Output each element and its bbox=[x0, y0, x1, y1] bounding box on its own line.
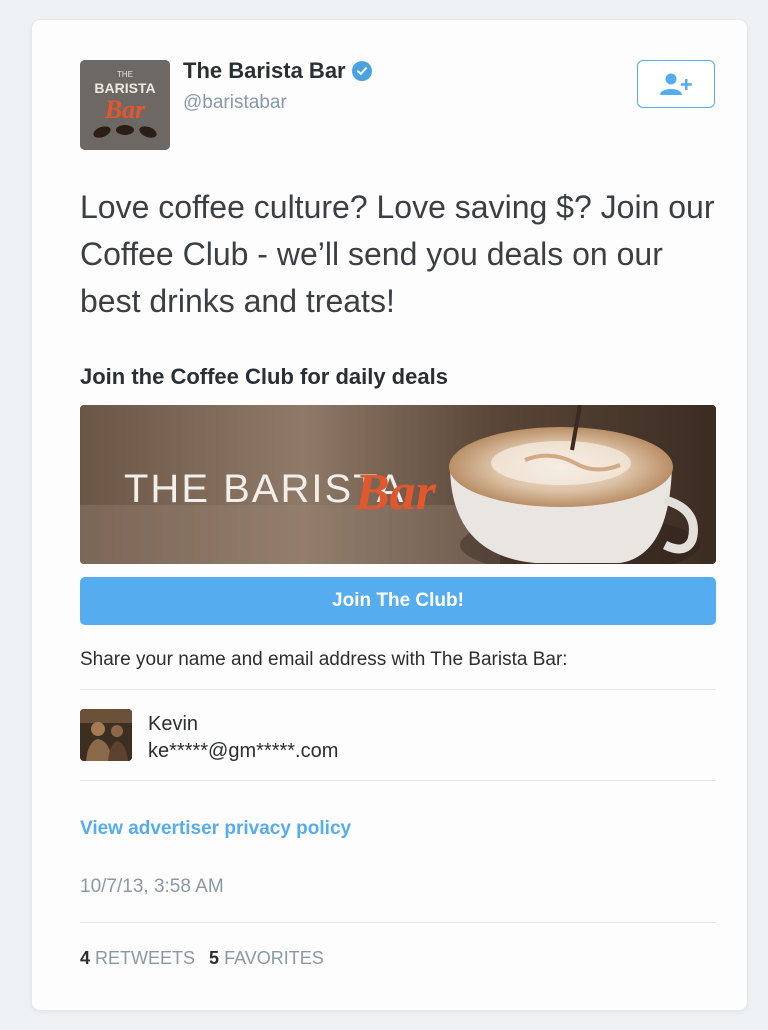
tweet-text: Love coffee culture? Love saving $? Join… bbox=[80, 189, 715, 319]
divider bbox=[80, 922, 716, 923]
tweet-timestamp[interactable]: 10/7/13, 3:58 AM bbox=[80, 876, 224, 898]
share-consent-text: Share your name and email address with T… bbox=[80, 649, 568, 670]
follow-button[interactable] bbox=[637, 60, 715, 108]
user-name: Kevin bbox=[148, 713, 199, 735]
account-avatar[interactable]: THE BARISTA Bar bbox=[80, 60, 170, 150]
avatar-logo-text-top: THE bbox=[117, 70, 133, 79]
lead-card-banner-image: THE BARISTA Bar bbox=[80, 405, 716, 564]
favorites-label: FAVORITES bbox=[224, 948, 324, 968]
divider bbox=[80, 780, 716, 781]
retweets-stat[interactable]: 4 RETWEETS bbox=[80, 948, 195, 969]
avatar-logo-text-script: Bar bbox=[104, 95, 146, 124]
tweet-stats: 4 RETWEETS 5 FAVORITES bbox=[80, 948, 324, 969]
retweets-count: 4 bbox=[80, 948, 91, 968]
account-name-row: The Barista Bar bbox=[183, 58, 372, 84]
account-handle[interactable]: @baristabar bbox=[183, 92, 287, 114]
favorites-count: 5 bbox=[209, 948, 220, 968]
banner-logo-script: Bar bbox=[354, 464, 437, 521]
privacy-policy-link[interactable]: View advertiser privacy policy bbox=[80, 818, 351, 840]
account-name[interactable]: The Barista Bar bbox=[183, 58, 346, 84]
lead-card-title: Join the Coffee Club for daily deals bbox=[80, 364, 448, 389]
divider bbox=[80, 689, 716, 690]
user-email: ke*****@gm*****.com bbox=[148, 740, 339, 762]
favorites-stat[interactable]: 5 FAVORITES bbox=[209, 948, 324, 969]
follow-user-icon bbox=[660, 73, 692, 95]
user-avatar bbox=[80, 709, 132, 761]
retweets-label: RETWEETS bbox=[95, 948, 196, 968]
tweet-card: THE BARISTA Bar The Barista Bar @barista… bbox=[32, 20, 747, 1010]
join-club-button[interactable]: Join The Club! bbox=[80, 577, 716, 625]
verified-badge-icon bbox=[351, 61, 372, 81]
avatar-logo-text-mid: BARISTA bbox=[94, 80, 155, 96]
